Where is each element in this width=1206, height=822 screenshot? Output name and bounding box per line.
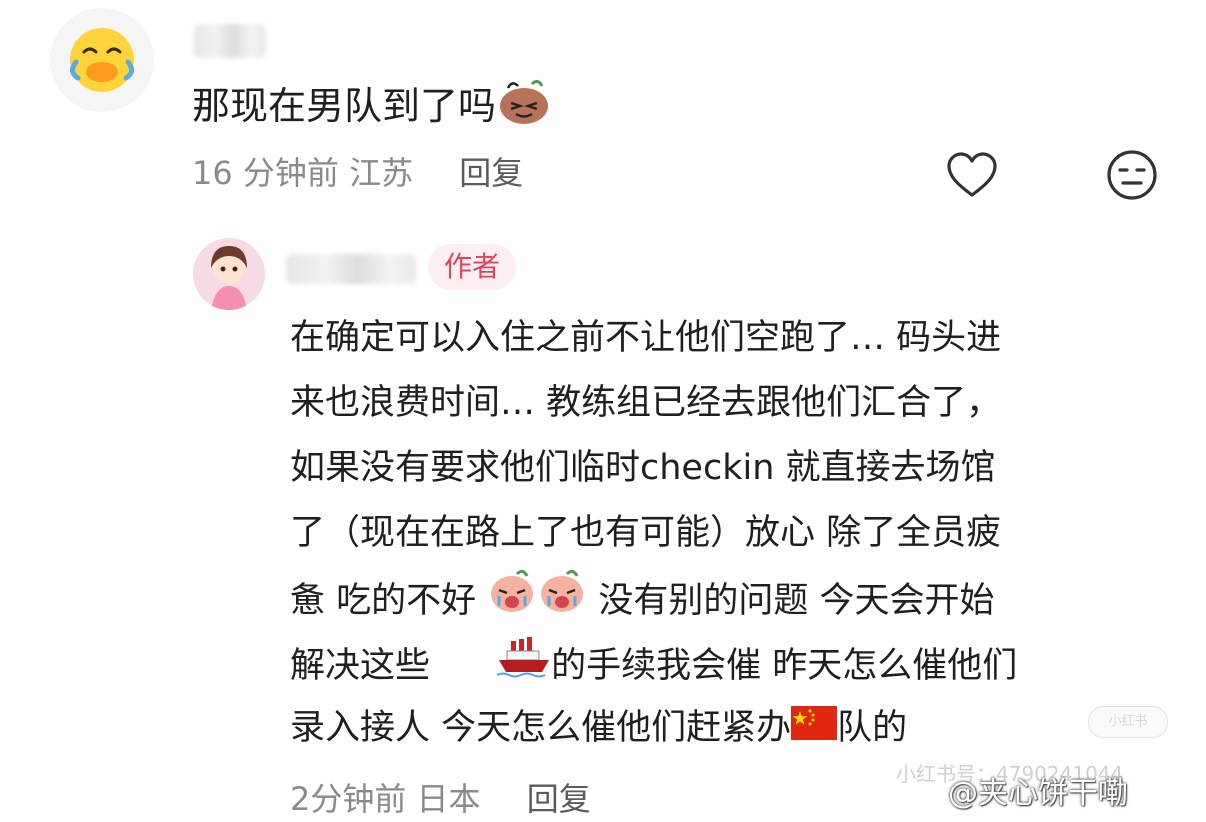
reply-line: 如果没有要求他们临时checkin 就直接去场馆 bbox=[290, 448, 996, 488]
commenter-avatar[interactable] bbox=[50, 8, 154, 112]
comment-location: 江苏 bbox=[349, 154, 414, 192]
crying-sticker-icon bbox=[487, 566, 537, 638]
reply-line: 了（现在在路上了也有可能）放心 除了全员疲 bbox=[290, 513, 1002, 553]
author-avatar[interactable] bbox=[193, 238, 265, 310]
reply-line: 解决这些 的手续我会催 昨天怎么催他们 bbox=[290, 631, 1170, 696]
commenter-username-blurred[interactable] bbox=[194, 24, 266, 58]
weibo-watermark: @夹心饼干嘞 bbox=[948, 776, 1128, 811]
reply-line-segment: 解决这些 bbox=[290, 646, 431, 686]
reply-line-segment: 队的 bbox=[837, 708, 908, 748]
reply-line-segment: 录入接人 今天怎么催他们赶紧办 bbox=[290, 708, 792, 748]
reply-line-segment: 惫 吃的不好 bbox=[290, 581, 477, 621]
reply-line: 来也浪费时间… 教练组已经去跟他们汇合了， bbox=[290, 383, 1002, 423]
reply-time: 2分钟前 bbox=[290, 780, 407, 818]
cartoon-girl-avatar-icon bbox=[193, 238, 265, 310]
reply-line: 惫 吃的不好 没有别的问题 今天会开始 bbox=[290, 566, 1170, 631]
xiaohongshu-watermark-badge: 小红书 bbox=[1088, 706, 1168, 738]
author-username-blurred[interactable] bbox=[286, 254, 416, 284]
reply-meta: 2分钟前 日本 回复 bbox=[290, 776, 591, 822]
reply-text: 在确定可以入住之前不让他们空跑了… 码头进 来也浪费时间… 教练组已经去跟他们汇… bbox=[290, 306, 1170, 761]
comment-reply-button[interactable]: 回复 bbox=[459, 154, 523, 192]
heart-icon[interactable] bbox=[945, 150, 999, 200]
dislike-face-icon[interactable] bbox=[1105, 148, 1159, 202]
duck-emoji-icon bbox=[70, 28, 134, 92]
comment-body: 那现在男队到了吗 bbox=[192, 84, 497, 128]
reply-line-segment: 的手续我会催 昨天怎么催他们 bbox=[551, 646, 1018, 686]
reply-line: 录入接人 今天怎么催他们赶紧办 队的 bbox=[290, 696, 1170, 761]
reply-reply-button[interactable]: 回复 bbox=[527, 780, 591, 818]
crying-sticker-icon bbox=[537, 566, 587, 638]
china-flag-icon bbox=[791, 697, 838, 762]
reply-line-segment: 没有别的问题 今天会开始 bbox=[598, 581, 995, 621]
reply-location: 日本 bbox=[416, 780, 481, 818]
reply-line: 在确定可以入住之前不让他们空跑了… 码头进 bbox=[290, 318, 1002, 358]
comment-meta: 16 分钟前 江苏 回复 bbox=[192, 150, 523, 196]
comment-text: 那现在男队到了吗 bbox=[192, 76, 552, 141]
author-badge: 作者 bbox=[428, 244, 516, 290]
comment-time: 16 分钟前 bbox=[192, 154, 339, 192]
ship-icon bbox=[496, 631, 551, 703]
smirk-sticker-icon bbox=[496, 76, 552, 141]
